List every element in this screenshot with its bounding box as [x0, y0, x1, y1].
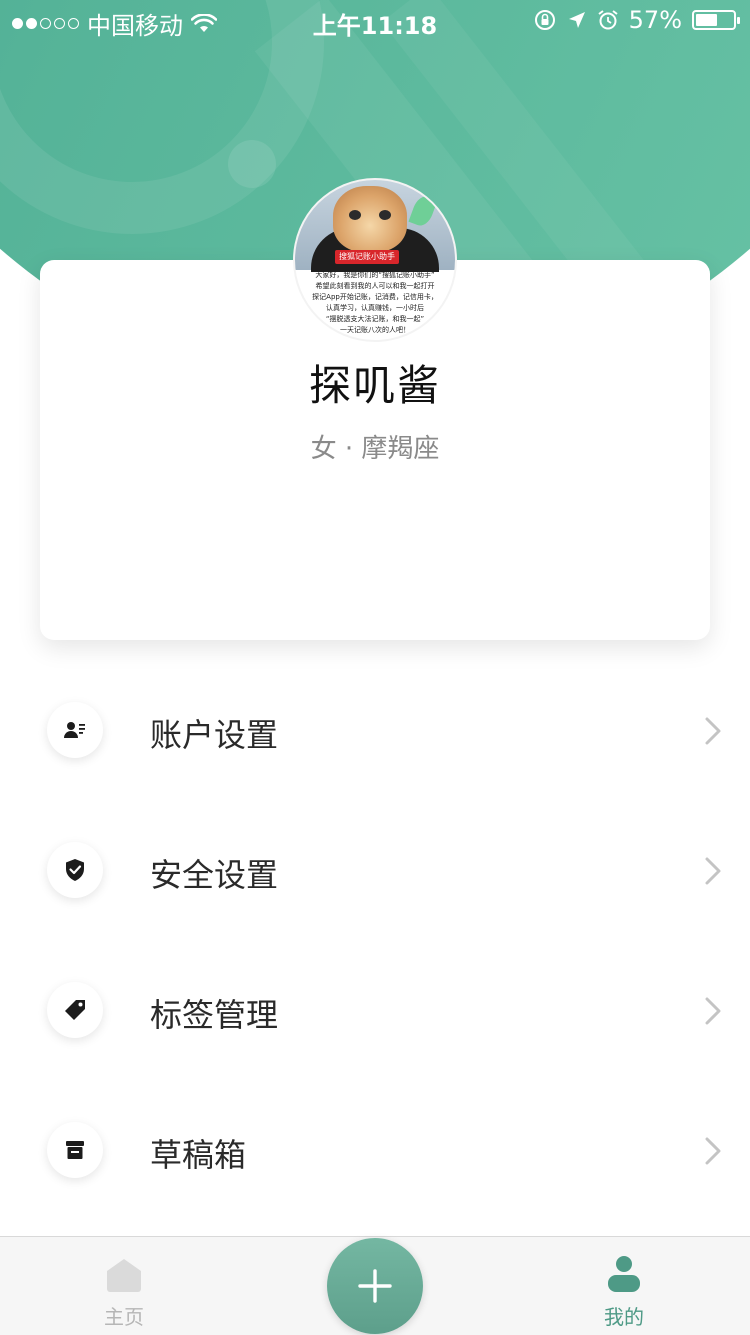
avatar-caption-line: 探记App开始记账，记消费，记信用卡， — [312, 293, 438, 301]
status-bar: 中国移动 上午11:18 57% — [0, 0, 750, 40]
avatar-tag: 搜狐记账小助手 — [335, 250, 399, 264]
chevron-right-icon — [705, 1137, 721, 1165]
avatar[interactable]: 搜狐记账小助手 大家好，我是你们的“搜狐记账小助手” 希望此刻看到我的人可以和我… — [295, 180, 455, 340]
menu-item-security-settings[interactable]: 安全设置 — [0, 800, 750, 940]
menu-item-label: 草稿箱 — [150, 1136, 247, 1174]
avatar-caption-line: 一天记账八次的人吧！ — [340, 326, 410, 334]
avatar-caption-line: 希望此刻看到我的人可以和我一起打开 — [315, 282, 435, 290]
decorative-dot — [228, 140, 276, 188]
avatar-caption-line: 认真学习，认真赚钱，一小时后 — [326, 304, 424, 312]
avatar-caption-line: 大家好，我是你们的“搜狐记账小助手” — [315, 271, 435, 279]
menu-item-label: 安全设置 — [150, 856, 279, 894]
profile-gender-zodiac: 女 · 摩羯座 — [310, 434, 440, 464]
menu-item-drafts[interactable]: 草稿箱 — [0, 1080, 750, 1220]
battery-fill — [696, 14, 717, 26]
account-card-icon — [47, 702, 103, 758]
tab-mine[interactable]: 我的 — [564, 1237, 684, 1330]
plus-icon — [358, 1269, 392, 1303]
home-icon — [107, 1259, 141, 1292]
chevron-right-icon — [705, 717, 721, 745]
tag-icon — [47, 982, 103, 1038]
profile-username: 探叽酱 — [308, 361, 441, 410]
draft-box-icon — [47, 1122, 103, 1178]
chevron-right-icon — [705, 997, 721, 1025]
chevron-right-icon — [705, 857, 721, 885]
alarm-clock-icon — [598, 10, 618, 30]
cat-face-icon — [333, 186, 407, 252]
shield-check-icon — [47, 842, 103, 898]
avatar-caption: 大家好，我是你们的“搜狐记账小助手” 希望此刻看到我的人可以和我一起打开 探记A… — [301, 270, 449, 336]
tab-home-label: 主页 — [104, 1305, 144, 1329]
rotation-lock-icon — [534, 10, 555, 30]
avatar-caption-line: “摆脱透支大法记账，和我一起” — [325, 315, 425, 323]
menu-item-label: 账户设置 — [150, 716, 279, 754]
battery-percent: 57% — [628, 6, 682, 34]
location-arrow-icon — [568, 12, 585, 28]
tab-mine-label: 我的 — [604, 1305, 644, 1329]
add-record-button[interactable] — [327, 1238, 423, 1334]
menu-item-tag-management[interactable]: 标签管理 — [0, 940, 750, 1080]
menu-item-label: 标签管理 — [150, 996, 279, 1034]
menu-item-account-settings[interactable]: 账户设置 — [0, 660, 750, 800]
battery-icon — [692, 10, 740, 30]
person-icon — [608, 1256, 640, 1292]
tab-home[interactable]: 主页 — [64, 1237, 184, 1330]
